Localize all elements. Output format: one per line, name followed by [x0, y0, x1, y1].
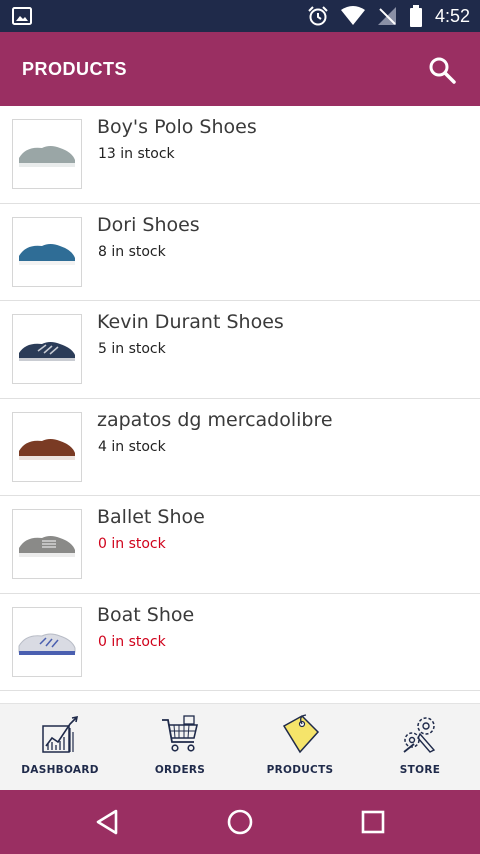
system-nav-bar: [0, 790, 480, 854]
product-row[interactable]: Dori Shoes 8 in stock: [0, 203, 480, 301]
tools-icon: [403, 717, 436, 753]
product-thumbnail: [12, 606, 82, 677]
shoe-image: [19, 438, 75, 460]
product-name: Boy's Polo Shoes: [97, 116, 257, 138]
product-thumbnail: [12, 119, 82, 189]
product-name: Boat Shoe: [97, 603, 195, 626]
product-stock: 0 in stock: [98, 633, 166, 650]
product-stock: 8 in stock: [98, 243, 166, 260]
product-stock: 13 in stock: [98, 146, 175, 162]
alarm-icon: [308, 6, 328, 26]
product-thumbnail: [12, 509, 82, 579]
page-title: PRODUCTS: [22, 59, 128, 79]
product-name: Dori Shoes: [97, 213, 200, 236]
product-thumbnail: [12, 411, 82, 482]
product-row[interactable]: Boat Shoe 0 in stock: [0, 593, 480, 691]
no-signal-icon: [377, 7, 396, 25]
product-thumbnail: [12, 314, 82, 384]
product-list[interactable]: Boy's Polo Shoes 13 in stock Dori Shoes …: [0, 106, 480, 703]
app-bar: PRODUCTS: [0, 32, 480, 106]
shoe-image: [19, 243, 75, 265]
cart-icon: [162, 715, 199, 752]
nav-products[interactable]: PRODUCTS: [240, 704, 360, 791]
nav-label: PRODUCTS: [266, 764, 334, 776]
product-stock: 4 in stock: [98, 438, 166, 455]
nav-orders[interactable]: ORDERS: [120, 704, 240, 791]
search-icon[interactable]: [428, 56, 456, 84]
product-name: zapatos dg mercadolibre: [97, 408, 333, 431]
shoe-image: [19, 146, 75, 167]
home-icon[interactable]: [225, 807, 255, 837]
shoe-image: [19, 536, 75, 557]
product-row[interactable]: zapatos dg mercadolibre 4 in stock: [0, 398, 480, 496]
shoe-image: [18, 633, 76, 655]
product-name: Kevin Durant Shoes: [97, 311, 284, 333]
nav-label: ORDERS: [154, 764, 206, 776]
status-time: 4:52: [434, 5, 470, 26]
nav-label: STORE: [399, 764, 441, 776]
product-row[interactable]: Ballet Shoe 0 in stock: [0, 496, 480, 594]
battery-icon: [409, 5, 422, 27]
product-name: Ballet Shoe: [97, 506, 205, 528]
product-stock: 5 in stock: [98, 341, 166, 357]
image-icon: [12, 7, 32, 25]
nav-dashboard[interactable]: DASHBOARD: [0, 704, 120, 791]
tag-icon: [282, 714, 320, 754]
wifi-icon: [340, 6, 365, 25]
shoe-image: [19, 342, 75, 361]
product-stock: 0 in stock: [98, 536, 166, 552]
nav-label: DASHBOARD: [21, 764, 99, 776]
dashboard-icon: [42, 715, 79, 753]
bottom-nav: DASHBOARD ORDERS PRODUCTS STORE: [0, 703, 480, 790]
product-thumbnail: [12, 216, 82, 287]
product-row[interactable]: Kevin Durant Shoes 5 in stock: [0, 301, 480, 399]
product-row[interactable]: Boy's Polo Shoes 13 in stock: [0, 106, 480, 204]
back-icon[interactable]: [92, 807, 122, 837]
status-bar: 4:52: [0, 0, 480, 32]
nav-store[interactable]: STORE: [360, 704, 480, 791]
recents-icon[interactable]: [358, 807, 388, 837]
